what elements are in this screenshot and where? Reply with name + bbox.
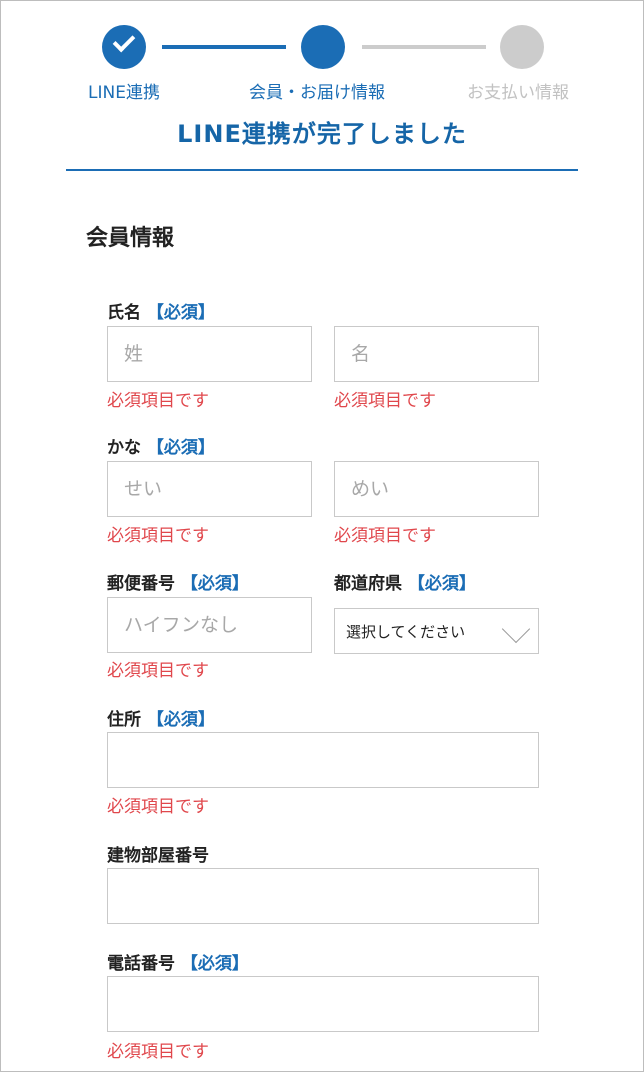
first-name-input[interactable] (334, 326, 539, 382)
page-title: LINE連携が完了しました (177, 120, 467, 148)
postal-code-error: 必須項目です (107, 661, 209, 681)
building-label: 建物部屋番号 (107, 846, 209, 866)
required-tag: 【必須】 (407, 574, 476, 594)
required-tag: 【必須】 (146, 303, 215, 323)
postal-code-input[interactable] (107, 597, 312, 653)
address-label: 住所 【必須】 (107, 710, 215, 730)
phone-error: 必須項目です (107, 1042, 209, 1062)
last-kana-error: 必須項目です (107, 526, 209, 546)
name-label: 氏名 【必須】 (107, 303, 215, 323)
step-connector-2 (362, 45, 486, 49)
step-3-label: お支払い情報 (467, 83, 569, 103)
first-kana-input[interactable] (334, 461, 539, 517)
first-kana-error: 必須項目です (334, 526, 436, 546)
phone-input[interactable] (107, 976, 539, 1032)
last-name-error: 必須項目です (107, 391, 209, 411)
prefecture-label: 都道府県 【必須】 (334, 574, 476, 594)
chevron-down-icon (501, 614, 531, 644)
last-name-input[interactable] (107, 326, 312, 382)
required-tag: 【必須】 (180, 954, 249, 974)
kana-label: かな 【必須】 (107, 438, 215, 458)
step-connector-1 (162, 45, 286, 49)
step-1-check-icon (102, 25, 146, 69)
postal-code-label: 郵便番号 【必須】 (107, 574, 249, 594)
address-error: 必須項目です (107, 797, 209, 817)
phone-label: 電話番号 【必須】 (107, 954, 249, 974)
building-input[interactable] (107, 868, 539, 924)
address-input[interactable] (107, 732, 539, 788)
required-tag: 【必須】 (146, 710, 215, 730)
step-2-label: 会員・お届け情報 (249, 83, 385, 103)
prefecture-select[interactable]: 選択してください (334, 608, 539, 654)
prefecture-selected-value: 選択してください (346, 623, 466, 641)
title-divider (66, 169, 578, 171)
last-kana-input[interactable] (107, 461, 312, 517)
required-tag: 【必須】 (180, 574, 249, 594)
section-title: 会員情報 (86, 226, 175, 251)
required-tag: 【必須】 (146, 438, 215, 458)
step-2-indicator (301, 25, 345, 69)
first-name-error: 必須項目です (334, 391, 436, 411)
step-1-label: LINE連携 (88, 83, 160, 103)
step-3-indicator (500, 25, 544, 69)
